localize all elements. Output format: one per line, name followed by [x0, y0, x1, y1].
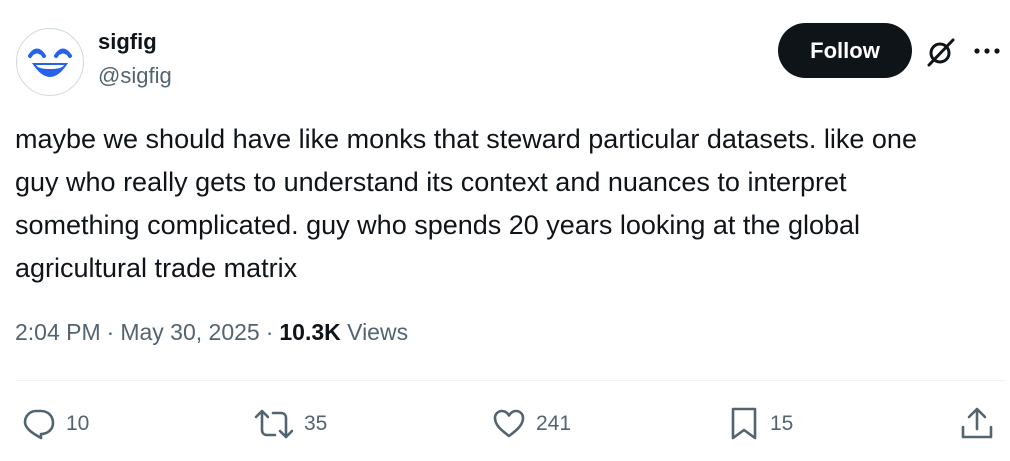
display-name[interactable]: sigfig [98, 28, 157, 56]
views-count: 10.3K [279, 319, 341, 345]
avatar[interactable] [16, 28, 84, 96]
bookmark-icon [731, 407, 757, 440]
tweet-text-line: maybe we should have like monks that ste… [15, 124, 917, 154]
user-handle[interactable]: @sigfig [98, 62, 172, 90]
tweet-text-line: something complicated. guy who spends 20… [15, 210, 861, 240]
views-label: Views [347, 319, 409, 345]
share-button[interactable] [960, 402, 994, 446]
tweet-meta: 2:04 PM · May 30, 2025 · 10.3K Views [15, 316, 408, 348]
reply-button[interactable]: 10 [22, 402, 89, 446]
reply-icon [23, 409, 55, 440]
tweet-card: sigfig @sigfig Follow maybe we should ha… [0, 0, 1010, 461]
repost-button[interactable]: 35 [254, 402, 327, 446]
tweet-time[interactable]: 2:04 PM [15, 319, 101, 345]
follow-button[interactable]: Follow [778, 23, 912, 78]
tweet-text-line: guy who really gets to understand its co… [15, 167, 847, 197]
repost-icon [254, 409, 294, 439]
meta-separator: · [265, 319, 274, 345]
grok-icon[interactable] [925, 36, 957, 68]
more-dots-icon[interactable] [972, 38, 1002, 64]
bookmark-count: 15 [770, 412, 794, 435]
reply-count: 10 [66, 412, 90, 435]
share-icon [961, 407, 993, 439]
heart-icon [493, 409, 525, 438]
meta-separator: · [106, 319, 115, 345]
tweet-text-line: agricultural trade matrix [15, 253, 298, 283]
repost-count: 35 [304, 412, 328, 435]
like-count: 241 [536, 412, 572, 435]
tweet-date[interactable]: May 30, 2025 [120, 319, 259, 345]
like-button[interactable]: 241 [492, 402, 571, 446]
divider [15, 380, 1005, 381]
tweet-text: maybe we should have like monks that ste… [15, 118, 1000, 290]
bookmark-button[interactable]: 15 [728, 402, 793, 446]
laughing-face-avatar-icon [28, 48, 72, 77]
